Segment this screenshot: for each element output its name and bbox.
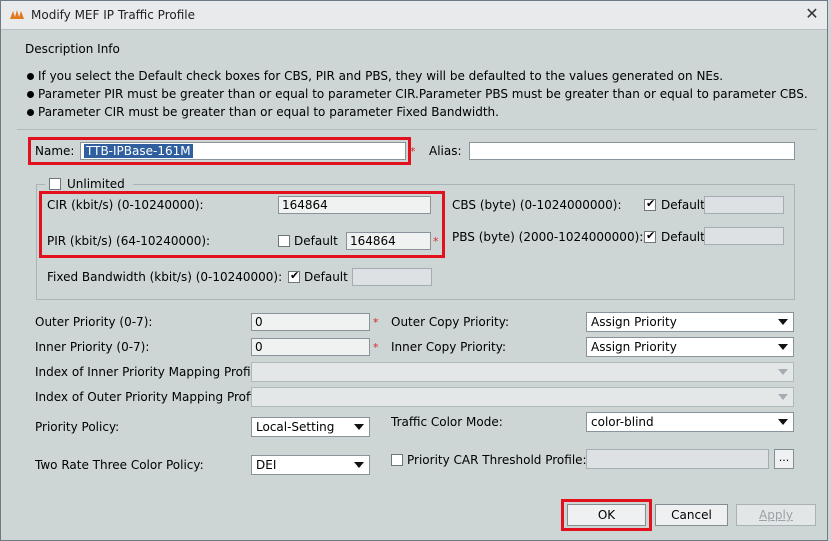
inner-copy-priority-select[interactable]: Assign Priority xyxy=(586,337,794,357)
outer-mapping-profile-select[interactable] xyxy=(251,387,794,407)
unlimited-option[interactable]: Unlimited xyxy=(45,177,133,191)
alias-input[interactable] xyxy=(469,142,795,160)
title-bar[interactable]: Modify MEF IP Traffic Profile ✕ xyxy=(1,1,827,30)
car-threshold-label: Priority CAR Threshold Profile: xyxy=(407,453,587,467)
description-line-3: Parameter CIR must be greater than or eq… xyxy=(27,105,499,119)
priority-policy-label: Priority Policy: xyxy=(35,420,120,434)
outer-priority-input[interactable]: 0 xyxy=(251,313,370,331)
fixed-bandwidth-default-checkbox[interactable]: ✔ xyxy=(288,269,300,283)
description-line-2: Parameter PIR must be greater than or eq… xyxy=(27,87,808,101)
bullet-icon xyxy=(27,91,34,98)
outer-copy-priority-label: Outer Copy Priority: xyxy=(391,315,510,329)
pbs-input[interactable] xyxy=(704,227,784,245)
priority-policy-select[interactable]: Local-Setting xyxy=(251,417,370,437)
description-line-1: If you select the Default check boxes fo… xyxy=(27,69,723,83)
highlight-cir-pir xyxy=(39,191,445,258)
fixed-bandwidth-default-label: Default xyxy=(304,270,348,284)
separator xyxy=(17,129,817,130)
chevron-down-icon xyxy=(354,462,364,468)
apply-button[interactable]: Apply xyxy=(736,504,816,526)
chevron-down-icon xyxy=(778,419,788,425)
description-heading: Description Info xyxy=(25,42,120,56)
pbs-default-label: Default xyxy=(661,230,705,244)
outer-copy-priority-select[interactable]: Assign Priority xyxy=(586,312,794,332)
unlimited-label: Unlimited xyxy=(67,177,125,191)
pbs-default-checkbox[interactable]: ✔ xyxy=(644,229,656,243)
chevron-down-icon xyxy=(778,394,788,400)
cbs-default-checkbox[interactable]: ✔ xyxy=(644,197,656,211)
chevron-down-icon xyxy=(354,424,364,430)
cbs-default-label: Default xyxy=(661,198,705,212)
cbs-label: CBS (byte) (0-1024000000): xyxy=(452,198,622,212)
fixed-bandwidth-input[interactable] xyxy=(352,268,432,286)
chevron-down-icon xyxy=(778,369,788,375)
traffic-color-mode-select[interactable]: color-blind xyxy=(586,412,794,432)
window-title: Modify MEF IP Traffic Profile xyxy=(31,8,195,22)
cancel-button[interactable]: Cancel xyxy=(655,504,728,526)
outer-priority-label: Outer Priority (0-7): xyxy=(35,315,153,329)
inner-priority-label: Inner Priority (0-7): xyxy=(35,340,150,354)
two-rate-policy-select[interactable]: DEI xyxy=(251,455,370,475)
check-icon: ✔ xyxy=(646,229,656,242)
cbs-input[interactable] xyxy=(704,196,784,214)
chevron-down-icon xyxy=(778,319,788,325)
required-marker: * xyxy=(373,341,379,354)
pbs-label: PBS (byte) (2000-1024000000): xyxy=(452,230,644,244)
fixed-bandwidth-label: Fixed Bandwidth (kbit/s) (0-10240000): xyxy=(47,270,283,284)
highlight-name xyxy=(28,137,411,165)
alias-label: Alias: xyxy=(429,144,462,158)
car-threshold-input[interactable] xyxy=(586,449,769,469)
inner-priority-input[interactable]: 0 xyxy=(251,338,370,356)
car-threshold-browse-button[interactable]: ... xyxy=(774,449,794,469)
car-threshold-checkbox[interactable] xyxy=(391,454,403,466)
outer-mapping-profile-label: Index of Outer Priority Mapping Profile: xyxy=(35,390,269,404)
bullet-icon xyxy=(27,109,34,116)
traffic-color-mode-label: Traffic Color Mode: xyxy=(391,415,503,429)
bullet-icon xyxy=(27,73,34,80)
chevron-down-icon xyxy=(778,344,788,350)
unlimited-checkbox[interactable] xyxy=(49,178,61,190)
highlight-ok xyxy=(561,499,652,531)
inner-mapping-profile-label: Index of Inner Priority Mapping Profile: xyxy=(35,365,266,379)
inner-mapping-profile-select[interactable] xyxy=(251,362,794,382)
close-icon[interactable]: ✕ xyxy=(803,5,821,23)
required-marker: * xyxy=(373,316,379,329)
two-rate-policy-label: Two Rate Three Color Policy: xyxy=(35,458,204,472)
check-icon: ✔ xyxy=(646,197,656,210)
check-icon: ✔ xyxy=(290,269,300,282)
app-logo-icon xyxy=(10,10,24,19)
inner-copy-priority-label: Inner Copy Priority: xyxy=(391,340,507,354)
modify-traffic-profile-dialog: Modify MEF IP Traffic Profile ✕ Descript… xyxy=(0,0,828,541)
